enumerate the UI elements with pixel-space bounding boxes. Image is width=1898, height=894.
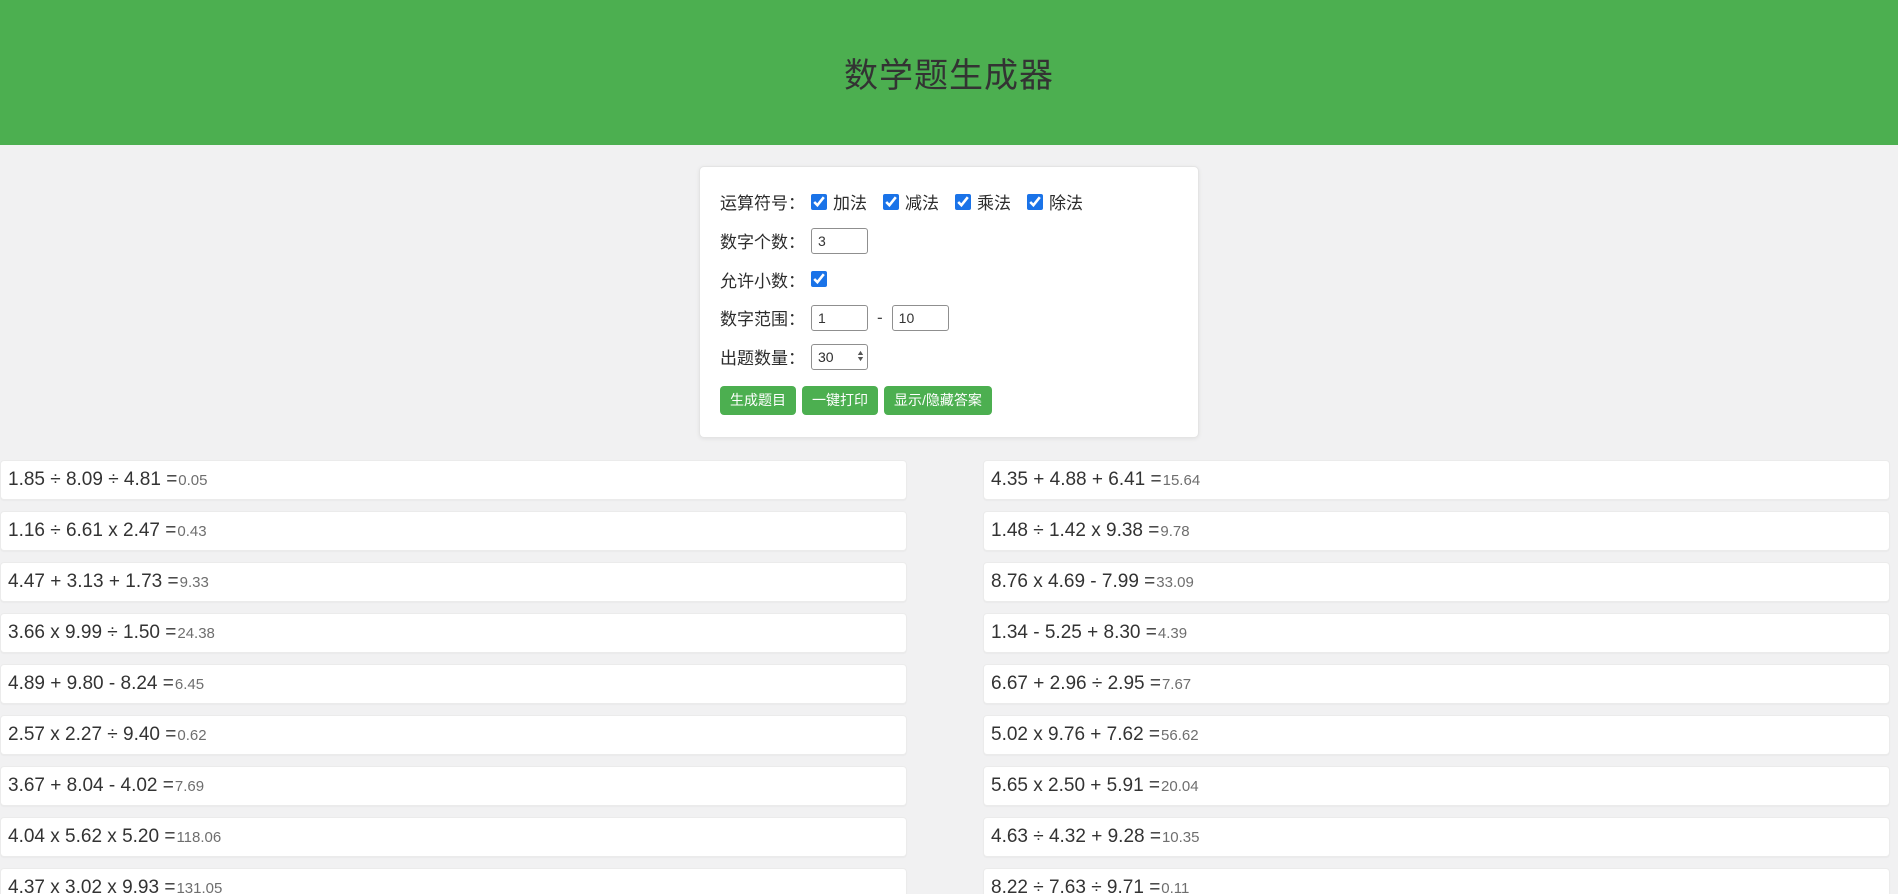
problem-expression: 1.85 ÷ 8.09 ÷ 4.81 = (8, 469, 177, 491)
problem-row: 4.35 + 4.88 + 6.41 =15.64 (983, 460, 1890, 500)
problems-column-right: 4.35 + 4.88 + 6.41 =15.64 1.48 ÷ 1.42 x 9… (983, 460, 1890, 894)
problem-answer: 20.04 (1161, 778, 1199, 795)
problem-answer: 56.62 (1161, 727, 1199, 744)
operators-label: 运算符号： (720, 189, 805, 214)
problem-row: 5.02 x 9.76 + 7.62 =56.62 (983, 715, 1890, 755)
problem-expression: 4.89 + 9.80 - 8.24 = (8, 673, 174, 695)
operator-checkbox-label: 加法 (833, 189, 867, 214)
allow-decimal-label: 允许小数： (720, 267, 805, 292)
problem-answer: 33.09 (1156, 574, 1194, 591)
problem-answer: 15.64 (1163, 472, 1201, 489)
problem-row: 4.89 + 9.80 - 8.24 =6.45 (0, 664, 907, 704)
operator-checkbox[interactable] (1027, 194, 1043, 210)
problem-expression: 1.48 ÷ 1.42 x 9.38 = (991, 520, 1159, 542)
operator-checkbox-label: 减法 (905, 189, 939, 214)
problem-row: 6.67 + 2.96 ÷ 2.95 =7.67 (983, 664, 1890, 704)
operator-checkbox[interactable] (811, 194, 827, 210)
problem-expression: 3.66 x 9.99 ÷ 1.50 = (8, 622, 176, 644)
problem-row: 1.48 ÷ 1.42 x 9.38 =9.78 (983, 511, 1890, 551)
problem-expression: 3.67 + 8.04 - 4.02 = (8, 775, 174, 797)
operator-checkbox[interactable] (883, 194, 899, 210)
problem-expression: 4.04 x 5.62 x 5.20 = (8, 826, 175, 848)
operator-option[interactable]: 乘法 (955, 189, 1011, 214)
problem-answer: 0.05 (178, 472, 207, 489)
problem-row: 1.16 ÷ 6.61 x 2.47 =0.43 (0, 511, 907, 551)
problem-expression: 4.63 ÷ 4.32 + 9.28 = (991, 826, 1161, 848)
range-separator: - (877, 308, 883, 328)
problem-row: 5.65 x 2.50 + 5.91 =20.04 (983, 766, 1890, 806)
problem-expression: 6.67 + 2.96 ÷ 2.95 = (991, 673, 1161, 695)
range-label: 数字范围： (720, 305, 805, 330)
allow-decimal-checkbox[interactable] (811, 271, 827, 287)
problem-answer: 10.35 (1162, 829, 1200, 846)
problem-answer: 9.33 (180, 574, 209, 591)
problem-expression: 5.02 x 9.76 + 7.62 = (991, 724, 1160, 746)
problem-answer: 24.38 (177, 625, 215, 642)
operator-option[interactable]: 除法 (1027, 189, 1083, 214)
quantity-value: 30 (818, 349, 834, 365)
problem-answer: 6.45 (175, 676, 204, 693)
problem-expression: 4.37 x 3.02 x 9.93 = (8, 877, 175, 894)
digit-count-label: 数字个数： (720, 228, 805, 253)
problem-answer: 4.39 (1158, 625, 1187, 642)
problem-answer: 131.05 (176, 880, 222, 894)
problem-expression: 8.22 ÷ 7.63 ÷ 9.71 = (991, 877, 1160, 894)
quantity-row: 出题数量： 30 ▲▼ (720, 344, 1178, 370)
spinner-arrows-icon[interactable]: ▲▼ (857, 351, 864, 363)
range-row: 数字范围： - (720, 305, 1178, 331)
problem-row: 3.66 x 9.99 ÷ 1.50 =24.38 (0, 613, 907, 653)
problem-row: 4.04 x 5.62 x 5.20 =118.06 (0, 817, 907, 857)
problem-expression: 5.65 x 2.50 + 5.91 = (991, 775, 1160, 797)
problem-answer: 0.62 (177, 727, 206, 744)
problem-expression: 4.47 + 3.13 + 1.73 = (8, 571, 179, 593)
range-max-input[interactable] (892, 305, 949, 331)
action-button[interactable]: 生成题目 (720, 386, 796, 415)
problem-answer: 9.78 (1160, 523, 1189, 540)
operators-row: 运算符号： 加法 减法 乘法 除法 (720, 189, 1178, 215)
problem-row: 8.76 x 4.69 - 7.99 =33.09 (983, 562, 1890, 602)
action-button[interactable]: 一键打印 (802, 386, 878, 415)
quantity-input[interactable]: 30 ▲▼ (811, 344, 868, 370)
problem-row: 2.57 x 2.27 ÷ 9.40 =0.62 (0, 715, 907, 755)
problems-column-left: 1.85 ÷ 8.09 ÷ 4.81 =0.05 1.16 ÷ 6.61 x 2.… (0, 460, 907, 894)
problem-answer: 0.11 (1161, 880, 1189, 894)
problem-row: 3.67 + 8.04 - 4.02 =7.69 (0, 766, 907, 806)
operator-option[interactable]: 减法 (883, 189, 939, 214)
app-header: 数学题生成器 (0, 0, 1898, 145)
problem-expression: 1.34 - 5.25 + 8.30 = (991, 622, 1157, 644)
digit-count-input[interactable] (811, 228, 868, 254)
problem-expression: 2.57 x 2.27 ÷ 9.40 = (8, 724, 176, 746)
problem-row: 1.85 ÷ 8.09 ÷ 4.81 =0.05 (0, 460, 907, 500)
digit-count-row: 数字个数： (720, 228, 1178, 254)
problem-row: 4.47 + 3.13 + 1.73 =9.33 (0, 562, 907, 602)
page-title: 数学题生成器 (844, 48, 1054, 97)
settings-panel: 运算符号： 加法 减法 乘法 除法 数字个数： 允许小数： 数字范围： - 出题数量：… (699, 166, 1199, 438)
operator-option[interactable]: 加法 (811, 189, 867, 214)
problem-row: 8.22 ÷ 7.63 ÷ 9.71 =0.11 (983, 868, 1890, 894)
problem-answer: 7.67 (1162, 676, 1191, 693)
operator-checkbox-label: 乘法 (977, 189, 1011, 214)
range-min-input[interactable] (811, 305, 868, 331)
action-button[interactable]: 显示/隐藏答案 (884, 386, 992, 415)
action-buttons-row: 生成题目一键打印显示/隐藏答案 (720, 386, 1178, 415)
problem-row: 1.34 - 5.25 + 8.30 =4.39 (983, 613, 1890, 653)
problem-row: 4.37 x 3.02 x 9.93 =131.05 (0, 868, 907, 894)
problem-row: 4.63 ÷ 4.32 + 9.28 =10.35 (983, 817, 1890, 857)
operator-checkbox-label: 除法 (1049, 189, 1083, 214)
problem-answer: 0.43 (177, 523, 206, 540)
problem-expression: 1.16 ÷ 6.61 x 2.47 = (8, 520, 176, 542)
problems-list: 1.85 ÷ 8.09 ÷ 4.81 =0.05 1.16 ÷ 6.61 x 2.… (0, 460, 1890, 894)
operators-checkbox-group: 加法 减法 乘法 除法 (811, 189, 1099, 215)
problem-answer: 7.69 (175, 778, 204, 795)
problem-answer: 118.06 (176, 829, 221, 846)
quantity-label: 出题数量： (720, 344, 805, 369)
operator-checkbox[interactable] (955, 194, 971, 210)
allow-decimal-row: 允许小数： (720, 267, 1178, 292)
problem-expression: 8.76 x 4.69 - 7.99 = (991, 571, 1155, 593)
problem-expression: 4.35 + 4.88 + 6.41 = (991, 469, 1162, 491)
main-content: 运算符号： 加法 减法 乘法 除法 数字个数： 允许小数： 数字范围： - 出题数量：… (0, 166, 1898, 894)
